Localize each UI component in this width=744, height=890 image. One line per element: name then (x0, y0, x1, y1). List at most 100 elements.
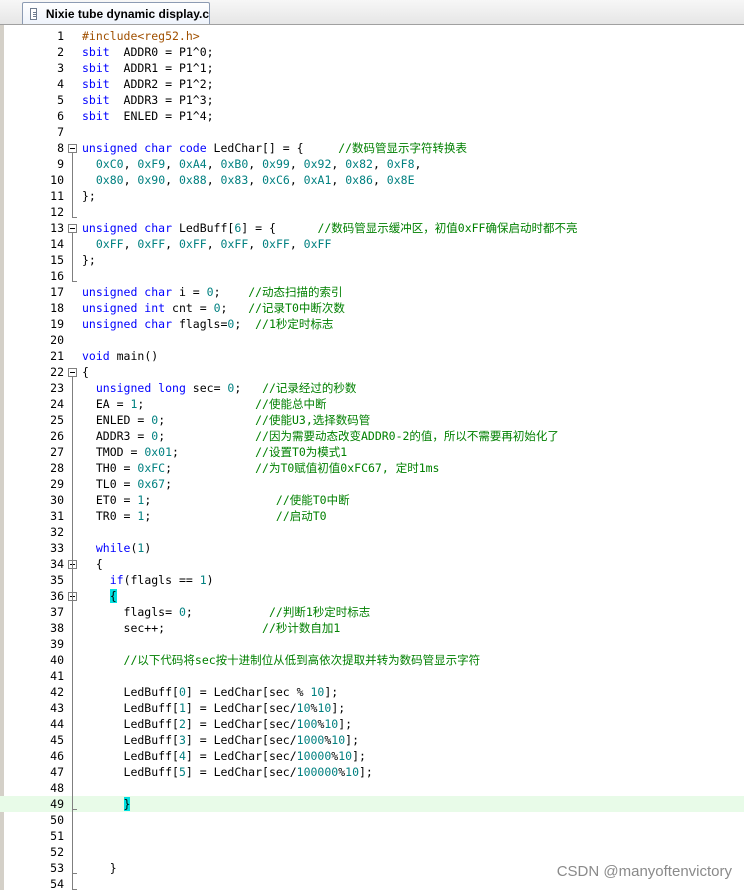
line-number: 35 (50, 573, 64, 587)
code-line[interactable]: 16 (0, 268, 744, 284)
code-number: 100000 (296, 765, 339, 779)
code-line[interactable]: 9 0xC0, 0xF9, 0xA4, 0xB0, 0x99, 0x92, 0x… (0, 156, 744, 172)
code-line[interactable]: 7 (0, 124, 744, 140)
tab-file[interactable]: Nixie tube dynamic display.c (22, 2, 210, 24)
code-token: ; (144, 509, 276, 523)
code-token: flagls= (82, 605, 179, 619)
code-token: i = (172, 285, 207, 299)
code-line[interactable]: 12 (0, 204, 744, 220)
code-line[interactable]: 30 ET0 = 1; //使能T0中断 (0, 492, 744, 508)
line-number: 24 (50, 397, 64, 411)
code-text: ENLED = 0; //使能U3,选择数码管 (82, 412, 370, 428)
code-token: , (289, 173, 304, 187)
code-line[interactable]: 41 (0, 668, 744, 684)
code-text: { (82, 588, 117, 604)
tab-bar: Nixie tube dynamic display.c (0, 0, 744, 25)
code-comment: //以下代码将sec按十进制位从低到高依次提取并转为数码管显示字符 (123, 653, 481, 667)
code-line[interactable]: 8 unsigned char code LedChar[] = { //数码管显… (0, 140, 744, 156)
code-line[interactable]: 2 sbit ADDR0 = P1^0; (0, 44, 744, 60)
code-line[interactable]: 4 sbit ADDR2 = P1^2; (0, 76, 744, 92)
line-number: 27 (50, 445, 64, 459)
code-line[interactable]: 31 TR0 = 1; //启动T0 (0, 508, 744, 524)
line-number: 6 (57, 109, 64, 123)
code-token: , (206, 237, 221, 251)
code-line[interactable]: 17 unsigned char i = 0; //动态扫描的索引 (0, 284, 744, 300)
code-text: //以下代码将sec按十进制位从低到高依次提取并转为数码管显示字符 (82, 652, 481, 668)
code-line[interactable]: 32 (0, 524, 744, 540)
code-text: } (82, 796, 131, 812)
code-line[interactable]: 35 if(flagls == 1) (0, 572, 744, 588)
code-line[interactable]: 50 (0, 812, 744, 828)
code-token: , (206, 173, 221, 187)
code-number: 0xFC (137, 461, 166, 475)
code-token: TMOD = (82, 445, 145, 459)
code-line[interactable]: 6 sbit ENLED = P1^4; (0, 108, 744, 124)
line-number: 20 (50, 333, 64, 347)
code-line[interactable]: 36 { (0, 588, 744, 604)
code-line[interactable]: 27 TMOD = 0x01; //设置T0为模式1 (0, 444, 744, 460)
code-line[interactable]: 11}; (0, 188, 744, 204)
code-line[interactable]: 44 LedBuff[2] = LedChar[sec/100%10]; (0, 716, 744, 732)
code-line[interactable]: 42 LedBuff[0] = LedChar[sec % 10]; (0, 684, 744, 700)
code-line[interactable]: 38 sec++; //秒计数自加1 (0, 620, 744, 636)
code-token: ]; (359, 765, 373, 779)
code-line[interactable]: 47 LedBuff[5] = LedChar[sec/100000%10]; (0, 764, 744, 780)
matched-brace: { (109, 589, 117, 603)
code-line[interactable]: 14 0xFF, 0xFF, 0xFF, 0xFF, 0xFF, 0xFF (0, 236, 744, 252)
code-line[interactable]: 18 unsigned int cnt = 0; //记录T0中断次数 (0, 300, 744, 316)
code-token: ) (206, 573, 214, 587)
code-token: , (165, 157, 179, 171)
code-line[interactable]: 48 (0, 780, 744, 796)
code-comment: //数码管显示字符转换表 (338, 141, 468, 155)
code-number: 0xA1 (303, 173, 332, 187)
code-token: ]; (338, 717, 353, 731)
code-line[interactable]: 24 EA = 1; //使能总中断 (0, 396, 744, 412)
code-line[interactable]: 26 ADDR3 = 0; //因为需要动态改变ADDR0-2的值，所以不需要再… (0, 428, 744, 444)
code-token: ]; (352, 749, 366, 763)
code-line[interactable]: 45 LedBuff[3] = LedChar[sec/1000%10]; (0, 732, 744, 748)
code-editor[interactable]: 1 #include<reg52.h> 2 sbit ADDR0 = P1^0; 3 sb… (0, 25, 744, 890)
line-number: 50 (50, 813, 64, 827)
code-line[interactable]: 37 flagls= 0; //判断1秒定时标志 (0, 604, 744, 620)
code-line[interactable]: 39 (0, 636, 744, 652)
code-number: 0xF9 (137, 157, 166, 171)
code-line[interactable]: 34 { (0, 556, 744, 572)
code-token: LedBuff[ (82, 685, 179, 699)
code-line[interactable]: 46 LedBuff[4] = LedChar[sec/10000%10]; (0, 748, 744, 764)
code-line[interactable]: 20 (0, 332, 744, 348)
code-token: ] = LedChar[sec % (185, 685, 311, 699)
code-line[interactable]: 23 unsigned long sec= 0; //记录经过的秒数 (0, 380, 744, 396)
code-line[interactable]: 1 #include<reg52.h> (0, 28, 744, 44)
code-line[interactable]: 13 unsigned char LedBuff[6] = { //数码管显示缓冲… (0, 220, 744, 236)
line-number: 39 (50, 637, 64, 651)
code-keyword: void (82, 349, 110, 363)
code-line[interactable]: 33 while(1) (0, 540, 744, 556)
code-line[interactable]: 5 sbit ADDR3 = P1^3; (0, 92, 744, 108)
code-token: , (165, 237, 179, 251)
code-line[interactable]: 25 ENLED = 0; //使能U3,选择数码管 (0, 412, 744, 428)
code-line[interactable]: 43 LedBuff[1] = LedChar[sec/10%10]; (0, 700, 744, 716)
code-line[interactable]: 51 (0, 828, 744, 844)
code-number: 0x80 (95, 173, 124, 187)
code-line[interactable]: 52 (0, 844, 744, 860)
code-number: 0xFF (303, 237, 332, 251)
code-line[interactable]: 10 0x80, 0x90, 0x88, 0x83, 0xC6, 0xA1, 0… (0, 172, 744, 188)
code-line-current[interactable]: 49 } (0, 796, 744, 812)
line-number: 54 (50, 877, 64, 890)
code-number: 0x90 (137, 173, 166, 187)
line-number: 37 (50, 605, 64, 619)
code-line[interactable]: 28 TH0 = 0xFC; //为T0赋值初值0xFC67, 定时1ms (0, 460, 744, 476)
code-line[interactable]: 29 TL0 = 0x67; (0, 476, 744, 492)
code-line[interactable]: 21 void main() (0, 348, 744, 364)
line-number: 12 (50, 205, 64, 219)
code-token: ] = LedChar[sec/ (185, 733, 297, 747)
code-line[interactable]: 3 sbit ADDR1 = P1^1; (0, 60, 744, 76)
code-line[interactable]: 22 { (0, 364, 744, 380)
code-line[interactable]: 19 unsigned char flagls=0; //1秒定时标志 (0, 316, 744, 332)
code-line[interactable]: 15}; (0, 252, 744, 268)
code-text: }; (82, 188, 96, 204)
code-line[interactable]: 40 //以下代码将sec按十进制位从低到高依次提取并转为数码管显示字符 (0, 652, 744, 668)
